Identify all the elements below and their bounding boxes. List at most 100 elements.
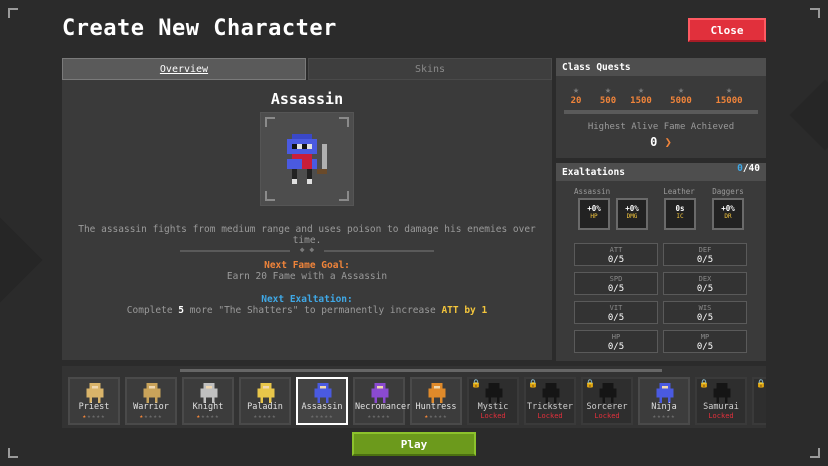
stat-mp: MP 0/5: [663, 330, 747, 353]
stat-spd: SPD 0/5: [574, 272, 658, 295]
character-card-knight[interactable]: Knight ★★★★★: [182, 377, 234, 425]
character-card-trickster[interactable]: 🔒 Trickster Locked: [524, 377, 576, 425]
exalt-bonus-dr[interactable]: +0% DR: [712, 198, 744, 230]
character-name: Paladin: [247, 402, 283, 412]
next-exaltation-text: Complete 5 more "The Shatters" to perman…: [62, 305, 552, 316]
character-stars: ★★★★★: [298, 413, 346, 420]
star-icon: ★: [214, 413, 220, 420]
character-card-sorcerer[interactable]: 🔒 Sorcerer Locked: [581, 377, 633, 425]
portrait-corner: [339, 191, 349, 201]
background-diamond: [789, 79, 828, 151]
exalt-bonus-stat: DMG: [626, 213, 638, 220]
quest-milestone-value: 15000: [715, 96, 743, 106]
star-icon: ★: [157, 413, 163, 420]
stat-value: 0/5: [607, 313, 625, 323]
character-card-warrior[interactable]: Warrior ★★★★★: [125, 377, 177, 425]
quest-milestone: ★ 1500: [621, 85, 661, 107]
lock-icon: 🔒: [471, 379, 481, 388]
exalt-bonus-value: +0%: [625, 204, 639, 213]
character-sprite-icon: [599, 383, 617, 403]
character-name: Sorcerer: [586, 402, 628, 412]
quest-milestone-value: 5000: [670, 96, 692, 106]
character-card-samurai[interactable]: 🔒 Samurai Locked: [695, 377, 747, 425]
stat-value: 0/5: [696, 284, 714, 294]
character-card-priest[interactable]: Priest ★★★★★: [68, 377, 120, 425]
frame-corner: [810, 448, 820, 458]
locked-label: Locked: [537, 412, 563, 420]
assassin-sprite-icon: [287, 134, 327, 184]
exalt-bonus-ic[interactable]: 0s IC: [664, 198, 696, 230]
group-label-assassin: Assassin: [574, 187, 611, 196]
roster-scrollbar[interactable]: [180, 369, 662, 372]
exalt-bonus-stat: DR: [724, 213, 732, 220]
character-card-mystic[interactable]: 🔒 Mystic Locked: [467, 377, 519, 425]
exalt-bonus-dmg[interactable]: +0% DMG: [616, 198, 648, 230]
stat-value: 0/5: [696, 313, 714, 323]
exalt-bonus-stat: HP: [590, 213, 598, 220]
character-stars: ★★★★★: [127, 413, 175, 420]
locked-label: Locked: [480, 412, 506, 420]
character-name: Assassin: [301, 402, 343, 412]
star-icon: ★: [385, 413, 391, 420]
character-stars: ★★★★★: [241, 413, 289, 420]
close-button[interactable]: Close: [688, 18, 766, 42]
stat-value: 0/5: [607, 284, 625, 294]
star-icon: ★: [442, 413, 448, 420]
tab-overview[interactable]: Overview: [62, 58, 306, 80]
stat-name: HP: [611, 333, 621, 341]
page-title: Create New Character: [62, 16, 337, 41]
next-exaltation-count: 5: [178, 305, 185, 316]
background-diamond: [0, 217, 43, 303]
exalt-bonus-value: 0s: [675, 204, 685, 213]
character-name: Knight: [192, 402, 224, 412]
stat-att: ATT 0/5: [574, 243, 658, 266]
next-fame-goal-text: Earn 20 Fame with a Assassin: [226, 271, 388, 282]
star-icon: ★: [725, 85, 733, 96]
locked-label: Locked: [708, 412, 734, 420]
lock-icon: 🔒: [756, 379, 766, 388]
character-name: Warrior: [133, 402, 169, 412]
quest-milestone-value: 1500: [630, 96, 652, 106]
character-card-bard[interactable]: 🔒 BardLocked: [752, 377, 766, 425]
character-sprite-icon: [656, 383, 674, 403]
character-name: Ninja: [651, 402, 677, 412]
divider-ornament-icon: ◆ ◆: [290, 245, 324, 257]
highest-fame-value: 0 ❯: [556, 135, 766, 149]
stat-wis: WIS 0/5: [663, 301, 747, 324]
character-stars: ★★★★★: [70, 413, 118, 420]
class-name: Assassin: [270, 90, 344, 108]
exalt-bonus-value: +0%: [587, 204, 601, 213]
class-portrait: [260, 112, 354, 206]
star-icon: ★: [637, 85, 645, 96]
character-card-ninja[interactable]: Ninja ★★★★★: [638, 377, 690, 425]
stat-hp: HP 0/5: [574, 330, 658, 353]
character-card-assassin[interactable]: Assassin ★★★★★: [296, 377, 348, 425]
star-icon: ★: [271, 413, 277, 420]
stat-name: WIS: [698, 304, 712, 312]
quest-milestones: ★ 20 ★ 500 ★ 1500 ★ 5000 ★ 15000: [564, 85, 758, 114]
character-name: Samurai: [703, 402, 739, 412]
exalt-bonus-hp[interactable]: +0% HP: [578, 198, 610, 230]
character-card-paladin[interactable]: Paladin ★★★★★: [239, 377, 291, 425]
character-name: Trickster: [526, 402, 574, 412]
stat-vit: VIT 0/5: [574, 301, 658, 324]
exalt-bonus-value: +0%: [721, 204, 735, 213]
play-button[interactable]: Play: [352, 432, 476, 456]
stat-name: DEX: [698, 275, 712, 283]
quest-milestone: ★ 5000: [661, 86, 701, 107]
character-sprite-icon: [257, 383, 275, 403]
frame-corner: [8, 8, 18, 18]
character-sprite-icon: [86, 383, 104, 403]
locked-label: Locked: [594, 412, 620, 420]
next-fame-goal-heading: Next Fame Goal:: [264, 260, 350, 271]
character-card-necromancer[interactable]: Necromancer ★★★★★: [353, 377, 411, 425]
character-sprite-icon: [371, 383, 389, 403]
character-sprite-icon: [314, 383, 332, 403]
quest-milestone: ★ 15000: [709, 85, 749, 107]
character-stars: ★★★★★: [184, 413, 232, 420]
tab-skins[interactable]: Skins: [308, 58, 552, 80]
character-stars: ★★★★★: [412, 413, 460, 420]
character-sprite-icon: [542, 383, 560, 403]
lock-icon: 🔒: [699, 379, 709, 388]
character-card-huntress[interactable]: Huntress ★★★★★: [410, 377, 462, 425]
